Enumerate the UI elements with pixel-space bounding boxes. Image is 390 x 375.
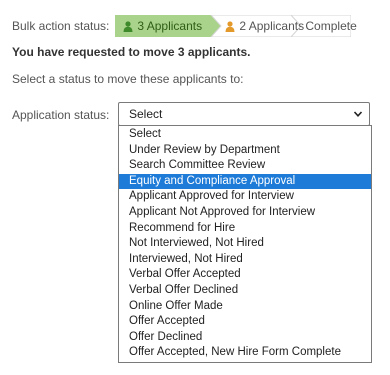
bulk-action-label: Bulk action status:	[12, 19, 110, 33]
status-options-list: Select Under Review by Department Search…	[118, 125, 372, 363]
status-option[interactable]: Under Review by Department	[119, 143, 371, 159]
status-option[interactable]: Verbal Offer Accepted	[119, 267, 371, 283]
select-prompt: Select a status to move these applicants…	[12, 72, 244, 86]
status-option[interactable]: Search Committee Review	[119, 158, 371, 174]
step-current: 3 Applicants	[123, 15, 202, 37]
status-option[interactable]: Applicant Approved for Interview	[119, 189, 371, 205]
status-option-highlighted[interactable]: Equity and Compliance Approval	[119, 173, 371, 190]
status-option[interactable]: Offer Accepted, New Hire Form Complete	[119, 345, 371, 361]
application-status-label: Application status:	[12, 108, 110, 122]
status-option[interactable]: Not Interviewed, Not Hired	[119, 236, 371, 252]
user-icon	[123, 20, 133, 32]
application-status-select[interactable]: Select	[118, 102, 370, 126]
user-icon	[225, 20, 235, 32]
status-option[interactable]: Offer Declined	[119, 330, 371, 346]
step-partial-label: 2 Applicants	[239, 19, 305, 33]
status-option[interactable]: Interviewed, Not Hired	[119, 252, 371, 268]
status-option[interactable]: Applicant Not Approved for Interview	[119, 205, 371, 221]
step-pending-label: Complete	[305, 19, 357, 33]
status-option[interactable]: Offer Accepted	[119, 314, 371, 330]
status-option[interactable]: Select	[119, 127, 371, 143]
step-pending: Complete	[305, 15, 356, 37]
status-option[interactable]: Verbal Offer Declined	[119, 283, 371, 299]
step-current-label: 3 Applicants	[137, 19, 203, 33]
status-option[interactable]: Recommend for Hire	[119, 221, 371, 237]
move-message: You have requested to move 3 applicants.	[12, 45, 251, 59]
step-partial: 2 Applicants	[225, 15, 304, 37]
progress-steps: 3 Applicants 2 Applicants Complete	[115, 15, 357, 37]
status-option[interactable]: Online Offer Made	[119, 299, 371, 315]
chevron-down-icon	[353, 111, 363, 117]
selected-value: Select	[129, 107, 163, 121]
bulk-action-status-bar: Bulk action status: 3 Applicants 2 Appli…	[12, 14, 357, 38]
